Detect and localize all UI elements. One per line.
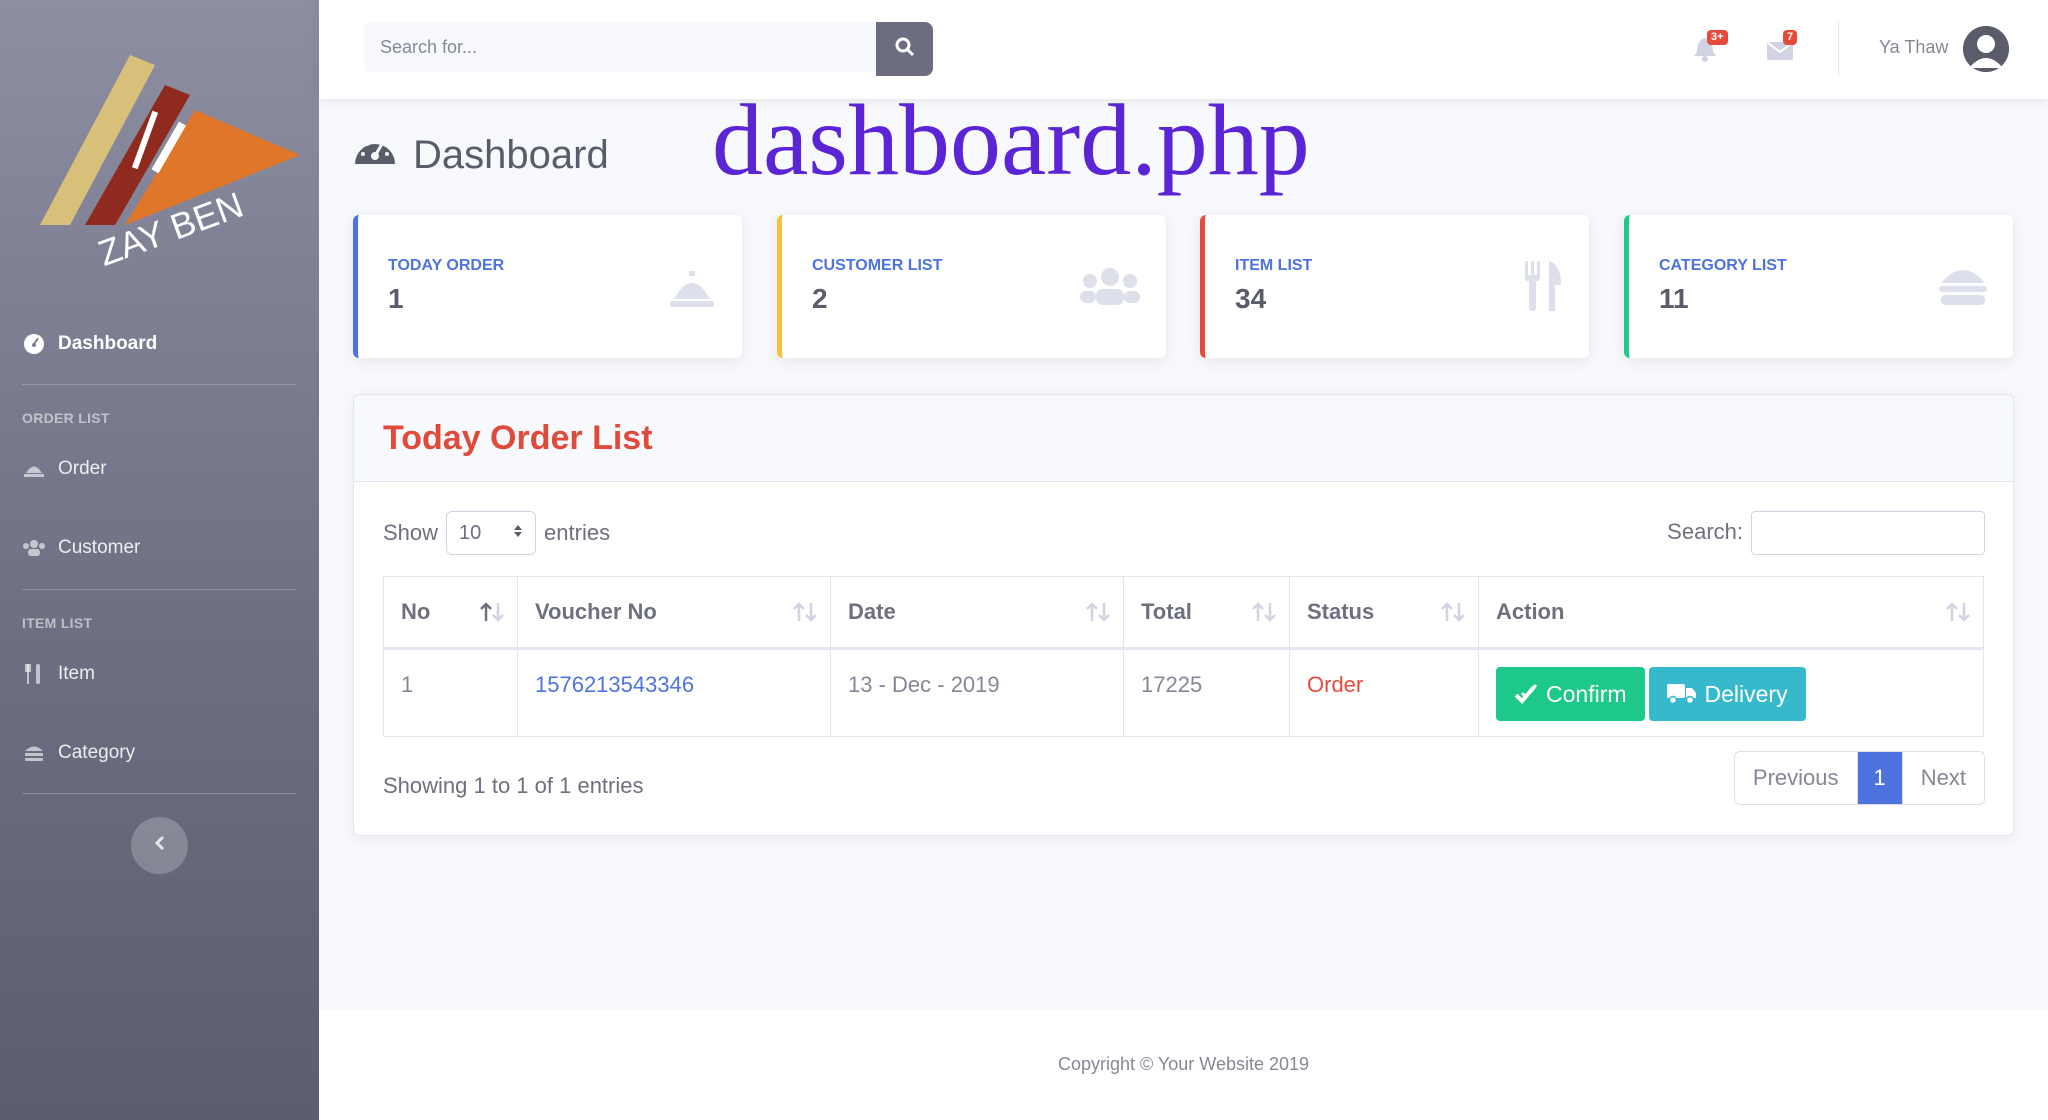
alerts-badge: 3+ bbox=[1707, 30, 1728, 45]
entries-value: 10 bbox=[459, 521, 482, 544]
messages-button[interactable]: 7 bbox=[1767, 30, 1798, 62]
column-header-total[interactable]: Total bbox=[1123, 576, 1290, 650]
sidebar-heading-items: ITEM LIST bbox=[22, 615, 93, 631]
overlay-filename: dashboard.php bbox=[712, 84, 1310, 197]
utensils-icon bbox=[1523, 261, 1563, 311]
column-header-date[interactable]: Date bbox=[830, 576, 1124, 650]
sidebar-item-label: Customer bbox=[58, 537, 141, 558]
table-search-label: Search: bbox=[1667, 519, 1743, 544]
messages-badge: 7 bbox=[1783, 30, 1798, 45]
card-value: 1 bbox=[388, 283, 404, 314]
pagination: Previous 1 Next bbox=[1733, 751, 1985, 805]
card-label: CATEGORY LIST bbox=[1659, 257, 1787, 274]
column-header-action[interactable]: Action bbox=[1478, 576, 1984, 650]
sidebar-item-dashboard[interactable]: Dashboard bbox=[22, 332, 157, 356]
avatar[interactable] bbox=[1963, 26, 2009, 72]
column-header-voucher[interactable]: Voucher No bbox=[517, 576, 831, 650]
card-value: 11 bbox=[1659, 283, 1689, 314]
entries-label: entries bbox=[544, 520, 611, 545]
column-header-status[interactable]: Status bbox=[1289, 576, 1479, 650]
entries-select[interactable]: 10 bbox=[446, 511, 537, 555]
sort-icon bbox=[1252, 602, 1276, 622]
sidebar-item-label: Order bbox=[58, 458, 107, 479]
topbar-divider bbox=[1838, 22, 1839, 76]
today-order-panel: Today Order List Show 10 entries Search:… bbox=[353, 394, 2014, 836]
pagination-page-1[interactable]: 1 bbox=[1856, 752, 1902, 804]
cell-voucher: 1576213543346 bbox=[517, 648, 831, 737]
pagination-next[interactable]: Next bbox=[1901, 752, 1984, 804]
cell-action: Confirm Delivery bbox=[1478, 648, 1984, 737]
search-icon bbox=[895, 37, 915, 62]
column-header-no[interactable]: No bbox=[383, 576, 518, 650]
search-input[interactable] bbox=[364, 22, 876, 72]
cell-status: Order bbox=[1289, 648, 1479, 737]
panel-header: Today Order List bbox=[354, 395, 2013, 482]
table-search-input[interactable] bbox=[1751, 511, 1985, 555]
page-title: Dashboard bbox=[353, 130, 609, 180]
table-row: 1 1576213543346 13 - Dec - 2019 17225 Or… bbox=[383, 648, 1984, 737]
users-icon bbox=[1080, 263, 1140, 311]
chevron-left-icon bbox=[153, 835, 167, 856]
sidebar-heading-orders: ORDER LIST bbox=[22, 410, 110, 426]
user-name[interactable]: Ya Thaw bbox=[1879, 37, 1948, 58]
users-icon bbox=[22, 536, 46, 560]
sidebar-divider bbox=[22, 384, 296, 385]
sidebar-item-label: Item bbox=[58, 663, 95, 684]
footer: Copyright © Your Website 2019 bbox=[319, 1010, 2048, 1120]
service-bell-icon bbox=[668, 263, 716, 311]
service-bell-icon bbox=[22, 457, 46, 481]
sidebar-toggle-button[interactable] bbox=[131, 817, 188, 874]
check-double-icon bbox=[1514, 684, 1538, 704]
sidebar-item-order[interactable]: Order bbox=[22, 457, 107, 481]
card-today-order[interactable]: TODAY ORDER 1 bbox=[353, 215, 742, 358]
pagination-previous[interactable]: Previous bbox=[1735, 752, 1857, 804]
copyright-text: Copyright © Your Website 2019 bbox=[1057, 1054, 1310, 1074]
card-value: 2 bbox=[812, 283, 828, 314]
status-badge: Order bbox=[1307, 672, 1364, 697]
sort-icon bbox=[793, 602, 817, 622]
show-entries: Show 10 entries bbox=[383, 511, 610, 555]
sort-arrows-icon bbox=[513, 522, 523, 545]
cell-date: 13 - Dec - 2019 bbox=[830, 648, 1124, 737]
sort-icon bbox=[480, 602, 504, 622]
delivery-button[interactable]: Delivery bbox=[1648, 667, 1806, 721]
sort-icon bbox=[1086, 602, 1110, 622]
tachometer-icon bbox=[353, 130, 397, 180]
search-button[interactable] bbox=[876, 22, 933, 76]
orders-table: No Voucher No Date Total Status Action 1… bbox=[383, 576, 1984, 737]
tachometer-icon bbox=[22, 332, 46, 356]
utensils-icon bbox=[22, 662, 46, 686]
truck-icon bbox=[1666, 684, 1696, 705]
sidebar-item-item[interactable]: Item bbox=[22, 662, 95, 686]
show-label: Show bbox=[383, 520, 439, 545]
brand-logo[interactable]: ZAY BEN bbox=[30, 40, 310, 274]
sidebar-item-label: Category bbox=[58, 742, 136, 763]
sidebar-divider bbox=[22, 793, 296, 794]
confirm-button[interactable]: Confirm bbox=[1496, 667, 1645, 721]
card-category-list[interactable]: CATEGORY LIST 11 bbox=[1624, 215, 2013, 358]
sort-icon bbox=[1946, 602, 1970, 622]
card-item-list[interactable]: ITEM LIST 34 bbox=[1200, 215, 1589, 358]
sidebar-item-label: Dashboard bbox=[58, 333, 158, 354]
card-value: 34 bbox=[1235, 283, 1267, 314]
sidebar-divider bbox=[22, 589, 296, 590]
hamburger-icon bbox=[22, 741, 46, 765]
alerts-button[interactable]: 3+ bbox=[1693, 30, 1728, 62]
panel-title: Today Order List bbox=[383, 419, 653, 457]
card-label: TODAY ORDER bbox=[388, 257, 505, 274]
cell-total: 17225 bbox=[1123, 648, 1290, 737]
voucher-link[interactable]: 1576213543346 bbox=[535, 672, 694, 697]
sort-icon bbox=[1441, 602, 1465, 622]
card-label: ITEM LIST bbox=[1235, 257, 1313, 274]
card-customer-list[interactable]: CUSTOMER LIST 2 bbox=[777, 215, 1166, 358]
sidebar-item-customer[interactable]: Customer bbox=[22, 536, 140, 560]
card-label: CUSTOMER LIST bbox=[812, 257, 943, 274]
sidebar-item-category[interactable]: Category bbox=[22, 741, 135, 765]
table-header-row: No Voucher No Date Total Status Action bbox=[383, 576, 1984, 650]
sidebar: ZAY BEN Dashboard ORDER LIST Order Custo… bbox=[0, 0, 319, 1120]
table-info: Showing 1 to 1 of 1 entries bbox=[383, 773, 644, 798]
cell-no: 1 bbox=[383, 648, 518, 737]
hamburger-icon bbox=[1939, 263, 1987, 311]
page-title-text: Dashboard bbox=[413, 132, 609, 177]
